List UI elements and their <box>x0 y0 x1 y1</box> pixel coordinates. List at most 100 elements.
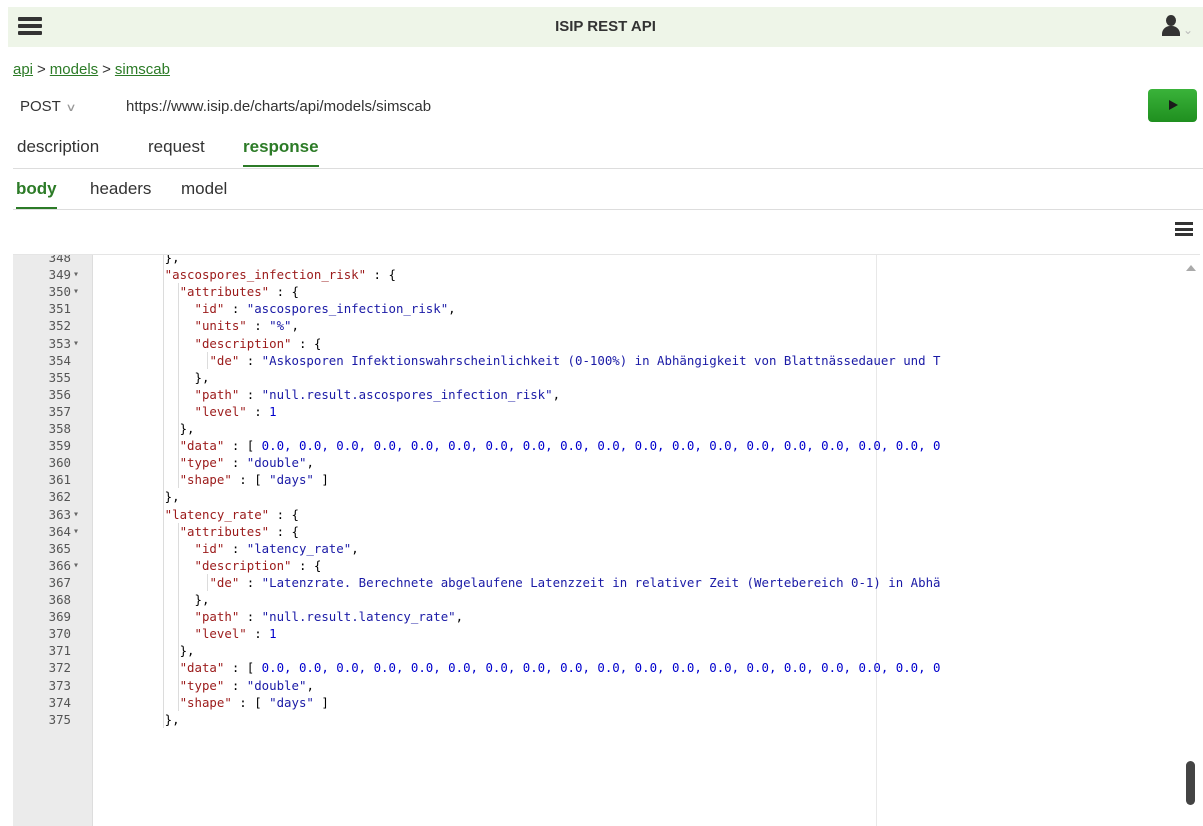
code-token: "id" <box>194 301 225 317</box>
code-token: : { <box>291 557 322 573</box>
line-number: 363 <box>48 506 71 522</box>
tab-request[interactable]: request <box>148 137 205 165</box>
code-line: 358}, <box>13 420 1175 437</box>
code-token: "%" <box>269 318 292 334</box>
http-method-select[interactable]: POST ∨ <box>20 98 77 115</box>
code-text: }, <box>165 488 180 505</box>
http-method-label: POST <box>20 98 61 115</box>
code-line: 366 ▾ "description" : { <box>13 557 1175 574</box>
user-menu[interactable]: ⌄ <box>1161 15 1197 41</box>
code-token: , <box>291 318 299 334</box>
line-number: 349 <box>48 267 71 283</box>
code-token: "shape" <box>179 472 232 488</box>
fold-toggle-icon[interactable]: ▾ <box>73 283 79 300</box>
tab-description[interactable]: description <box>17 137 99 165</box>
code-token: "latency_rate" <box>246 540 352 556</box>
code-line: 368}, <box>13 591 1175 608</box>
code-line: 355}, <box>13 369 1175 386</box>
code-token: : { <box>291 335 322 351</box>
code-token: : [ <box>231 472 270 488</box>
code-token: 1 <box>269 626 277 642</box>
tab-headers[interactable]: headers <box>90 179 151 207</box>
code-line: 375}, <box>13 711 1175 728</box>
code-token: 0.0, 0.0, 0.0, 0.0, 0.0, 0.0, 0.0, 0.0, … <box>261 660 941 676</box>
code-token: : <box>224 540 247 556</box>
code-line: 372 "data" : [ 0.0, 0.0, 0.0, 0.0, 0.0, 0… <box>13 659 1175 676</box>
vertical-scrollbar[interactable] <box>1182 255 1199 826</box>
scrollbar-thumb[interactable] <box>1186 761 1195 805</box>
code-token: "days" <box>269 694 314 710</box>
code-token: "type" <box>179 677 225 693</box>
code-line: 353 ▾ "description" : { <box>13 335 1175 352</box>
menu-icon[interactable] <box>1175 222 1193 236</box>
breadcrumb-api[interactable]: api <box>13 61 33 78</box>
code-text: }, <box>165 711 180 728</box>
line-number: 352 <box>48 318 71 334</box>
code-editor[interactable]: 348}, 349 ▾ "ascospores_infection_risk" : {… <box>13 254 1200 826</box>
code-line: 367 "de" : "Latenzrate. Berechnete abgela… <box>13 574 1175 591</box>
code-token: 1 <box>269 403 277 419</box>
run-request-button[interactable] <box>1148 89 1197 122</box>
tab-body[interactable]: body <box>16 179 57 209</box>
line-number: 361 <box>48 472 71 488</box>
code-token: "level" <box>194 403 247 419</box>
code-text: "description" : { <box>195 335 322 352</box>
fold-toggle-icon[interactable]: ▾ <box>73 266 79 283</box>
code-token: "de" <box>209 574 240 590</box>
line-number: 350 <box>48 284 71 300</box>
code-text: }, <box>180 420 195 437</box>
breadcrumb: api > models > simscab <box>13 61 170 78</box>
code-token: : { <box>366 267 396 283</box>
code-token: "id" <box>194 540 225 556</box>
code-token: "shape" <box>179 694 232 710</box>
code-token: "attributes" <box>179 523 270 539</box>
response-subtabs: body headers model <box>13 179 1203 210</box>
code-text: "id" : "ascospores_infection_risk", <box>195 300 456 317</box>
code-line: 354 "de" : "Askosporen Infektionswahrsche… <box>13 352 1175 369</box>
fold-toggle-icon[interactable]: ▾ <box>73 523 79 540</box>
code-token: "null.result.latency_rate" <box>261 609 456 625</box>
code-token: "attributes" <box>179 284 270 300</box>
code-line: 364 ▾ "attributes" : { <box>13 523 1175 540</box>
code-text: "level" : 1 <box>195 403 277 420</box>
code-line: 359 "data" : [ 0.0, 0.0, 0.0, 0.0, 0.0, 0… <box>13 437 1175 454</box>
code-token: }, <box>164 711 180 727</box>
code-token: "description" <box>194 557 292 573</box>
code-line: 362}, <box>13 488 1175 505</box>
line-number: 374 <box>48 694 71 710</box>
request-url: https://www.isip.de/charts/api/models/si… <box>126 98 432 115</box>
code-token: : { <box>269 523 299 539</box>
code-token: }, <box>164 489 180 505</box>
code-token: ] <box>313 694 329 710</box>
code-line: 363 ▾ "latency_rate" : { <box>13 506 1175 523</box>
code-line: 360 "type" : "double", <box>13 454 1175 471</box>
tab-model[interactable]: model <box>181 179 227 207</box>
code-token: "ascospores_infection_risk" <box>164 267 367 283</box>
code-text: "latency_rate" : { <box>165 506 299 523</box>
scroll-up-icon[interactable] <box>1186 265 1196 271</box>
line-number: 365 <box>48 540 71 556</box>
code-line: 373 "type" : "double", <box>13 677 1175 694</box>
code-text: "ascospores_infection_risk" : { <box>165 266 396 283</box>
code-token: }, <box>164 254 180 265</box>
code-text: "attributes" : { <box>180 523 299 540</box>
fold-toggle-icon[interactable]: ▾ <box>73 557 79 574</box>
fold-toggle-icon[interactable]: ▾ <box>73 506 79 523</box>
code-line: 374 "shape" : [ "days" ] <box>13 694 1175 711</box>
code-token: "Latenzrate. Berechnete abgelaufene Late… <box>261 574 941 590</box>
tab-response[interactable]: response <box>243 137 319 167</box>
breadcrumb-simscab[interactable]: simscab <box>115 61 170 78</box>
code-token: : <box>224 455 247 471</box>
code-token: : <box>239 386 262 402</box>
code-token: : { <box>269 506 299 522</box>
code-token: ] <box>313 472 329 488</box>
code-token: "double" <box>246 455 307 471</box>
code-token: "units" <box>194 318 247 334</box>
line-number: 362 <box>48 489 71 505</box>
code-text: "attributes" : { <box>180 283 299 300</box>
code-token: , <box>306 677 314 693</box>
breadcrumb-models[interactable]: models <box>50 61 98 78</box>
code-token: "ascospores_infection_risk" <box>246 301 449 317</box>
fold-toggle-icon[interactable]: ▾ <box>73 335 79 352</box>
code-token: "de" <box>209 352 240 368</box>
